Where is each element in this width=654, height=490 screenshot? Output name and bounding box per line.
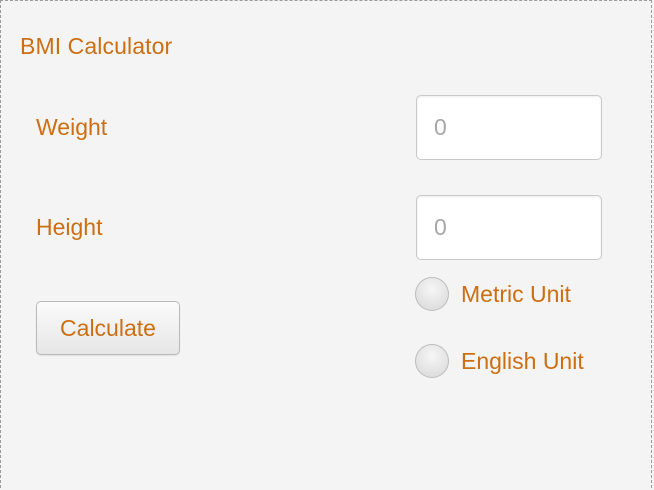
height-input[interactable] [416, 195, 602, 260]
english-unit-radio[interactable] [415, 344, 449, 378]
calculate-button[interactable]: Calculate [36, 301, 180, 355]
metric-unit-radio[interactable] [415, 277, 449, 311]
english-unit-option[interactable]: English Unit [415, 344, 584, 378]
metric-unit-label: Metric Unit [461, 280, 571, 307]
metric-unit-option[interactable]: Metric Unit [415, 277, 571, 311]
english-unit-label: English Unit [461, 347, 584, 374]
weight-label: Weight [36, 114, 108, 140]
page-title: BMI Calculator [20, 33, 173, 59]
app-window: BMI Calculator Weight Height Calculate M… [0, 0, 652, 488]
weight-input[interactable] [416, 95, 602, 160]
height-label: Height [36, 214, 103, 240]
